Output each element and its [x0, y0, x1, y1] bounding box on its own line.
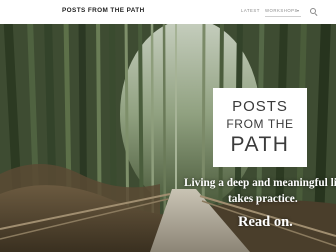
- site-title-card: POSTS FROM THE PATH: [213, 88, 307, 167]
- hero-title-line-3: PATH: [230, 133, 290, 156]
- hero-tagline-line-2: takes practice.: [228, 193, 298, 205]
- hero-image: POSTS FROM THE PATH Living a deep and me…: [0, 24, 336, 252]
- read-on-link[interactable]: Read on.: [238, 214, 293, 231]
- nav-latest-link[interactable]: LATEST: [241, 8, 260, 13]
- site-header: POSTS FROM THE PATH LATEST WORKSHOPS: [0, 0, 336, 24]
- nav-workshops-link[interactable]: WORKSHOPS: [265, 8, 298, 13]
- nav-active-underline: [265, 16, 301, 17]
- hero-title-line-2: FROM THE: [226, 117, 294, 131]
- hero-title-line-1: POSTS: [232, 98, 288, 115]
- chevron-down-icon[interactable]: [297, 9, 299, 12]
- hero-tagline-line-1: Living a deep and meaningful life: [184, 177, 336, 189]
